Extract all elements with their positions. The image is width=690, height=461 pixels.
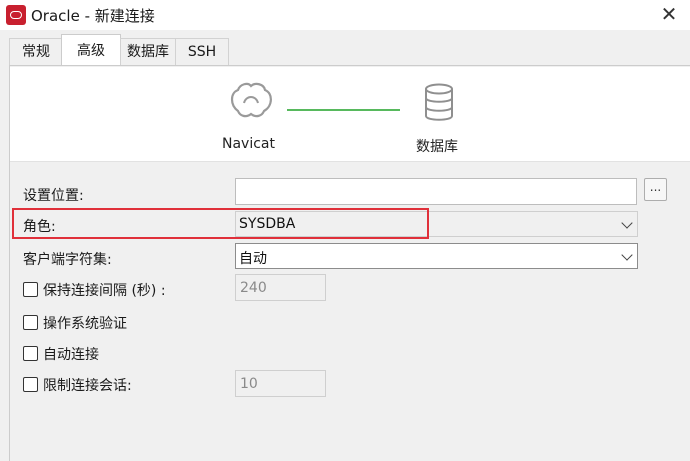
database-icon (425, 83, 453, 121)
auto-connect-label: 自动连接 (43, 347, 99, 363)
connection-line (287, 109, 400, 111)
title-bar: Oracle - 新建连接 ✕ (0, 0, 690, 30)
limit-sessions-checkbox[interactable] (23, 377, 38, 392)
navicat-caption: Navicat (222, 136, 275, 152)
close-button[interactable]: ✕ (656, 2, 682, 26)
chevron-down-icon (621, 249, 633, 261)
keepalive-checkbox[interactable] (23, 282, 38, 297)
window-title: Oracle - 新建连接 (31, 7, 155, 25)
os-auth-checkbox[interactable] (23, 315, 38, 330)
limit-sessions-value: 10 (240, 376, 258, 392)
tab-ssh[interactable]: SSH (175, 38, 229, 65)
keepalive-input[interactable]: 240 (235, 274, 326, 301)
keepalive-value: 240 (240, 280, 267, 296)
charset-value: 自动 (239, 251, 267, 267)
navicat-seal-icon (230, 82, 272, 118)
location-input[interactable] (235, 178, 637, 205)
tab-advanced[interactable]: 高级 (61, 34, 121, 67)
tab-general[interactable]: 常规 (9, 38, 63, 65)
charset-select[interactable]: 自动 (235, 243, 638, 269)
limit-sessions-input[interactable]: 10 (235, 370, 326, 397)
connection-diagram: Navicat 数据库 (10, 67, 690, 162)
browse-button[interactable]: ... (644, 178, 667, 201)
tab-strip: 常规 高级 数据库 SSH (0, 30, 690, 67)
database-caption: 数据库 (416, 139, 458, 155)
os-auth-label: 操作系统验证 (43, 316, 127, 332)
chevron-down-icon (621, 217, 633, 229)
auto-connect-checkbox[interactable] (23, 346, 38, 361)
limit-sessions-label: 限制连接会话: (43, 378, 132, 394)
keepalive-label: 保持连接间隔 (秒) : (43, 283, 166, 299)
location-label: 设置位置: (23, 188, 84, 204)
highlight-box (12, 208, 429, 239)
oracle-app-icon (6, 5, 26, 25)
tab-database[interactable]: 数据库 (120, 38, 176, 65)
charset-label: 客户端字符集: (23, 252, 112, 268)
